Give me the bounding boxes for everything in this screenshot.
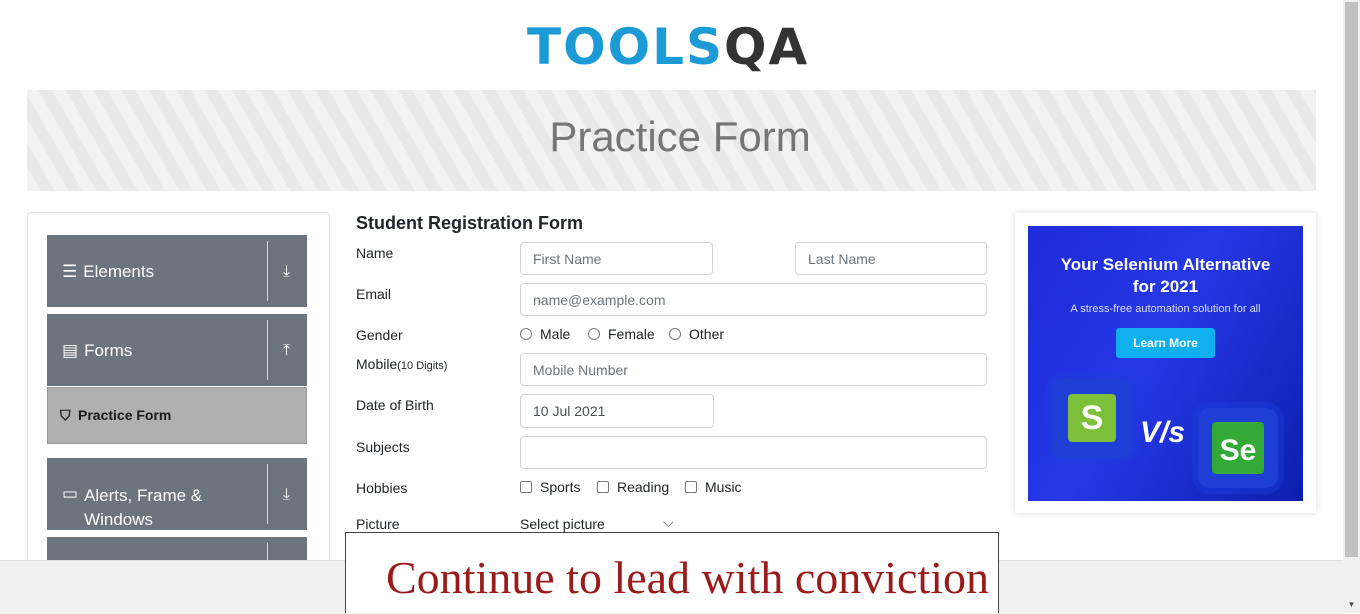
html5-icon: ⛉ [60,407,71,423]
ad-left-tile: S [1052,378,1132,458]
group-divider [267,320,268,380]
checkbox-label: Reading [617,479,670,495]
mobile-label: Mobile(10 Digits) [356,356,447,372]
sidebar-item-label: Practice Form [78,407,172,423]
select-picture-button[interactable]: Select picture [520,516,605,532]
list-icon: ☰ [62,262,78,281]
chevron-down-icon[interactable]: ⌵ [663,514,674,531]
toolsqa-logo[interactable]: TOOLS QA [527,12,821,82]
form-title: Student Registration Form [356,213,584,233]
radio-circle[interactable] [669,328,681,340]
hobby-checkbox-music[interactable]: Music [685,479,742,495]
gender-label: Gender [356,327,403,343]
footer-ad[interactable]: Continue to lead with conviction [345,532,999,613]
subjects-input[interactable] [520,436,987,469]
katalon-logo-icon: S [1068,394,1116,442]
download-arrow-icon[interactable]: ⤓ [283,486,290,504]
gender-radio-female[interactable]: Female [588,326,655,342]
sidebar-group-label: Forms [84,341,133,360]
scroll-down-arrow-icon[interactable]: ▼ [1343,597,1360,613]
radio-label: Male [540,326,571,342]
ad-heading-line2: for 2021 [1132,277,1199,296]
selenium-logo-icon: Se [1212,422,1264,474]
radio-label: Other [689,326,725,342]
sidebar-group-label: Alerts, Frame & Windows [84,484,202,532]
scrollbar-thumb[interactable] [1345,2,1358,557]
mobile-hint: (10 Digits) [397,360,448,372]
hobby-checkbox-reading[interactable]: Reading [597,479,669,495]
ad-subtitle: A stress-free automation solution for al… [1070,303,1261,315]
checkbox-square[interactable] [597,481,609,493]
ad-heading: Your Selenium Alternative for 2021 [1028,254,1303,298]
sidebar-group-forms[interactable]: ▤ Forms ⤒ [47,314,307,386]
footer-ad-text: Continue to lead with conviction [386,552,990,603]
last-name-input[interactable]: Last Name [795,242,987,275]
window-icon: ▭ [62,484,79,503]
ad-vs-text: V/s [1140,416,1186,449]
download-arrow-icon[interactable]: ⤓ [283,263,290,281]
learn-more-button[interactable]: Learn More [1116,328,1215,358]
logo-text-qa: QA [724,18,810,76]
hobby-checkbox-sports[interactable]: Sports [520,479,580,495]
date-of-birth-input[interactable]: 10 Jul 2021 [520,394,714,428]
ad-banner[interactable]: Your Selenium Alternative for 2021 A str… [1028,226,1303,501]
checkbox-square[interactable] [685,481,697,493]
name-label: Name [356,245,394,261]
sidebar-item-practice-form[interactable]: ⛉ Practice Form [47,387,307,444]
hobbies-label: Hobbies [356,480,408,496]
sidebar-group-alerts[interactable]: ▭ Alerts, Frame & Windows ⤓ [47,458,307,530]
sidebar-group-elements[interactable]: ☰ Elements ⤓ [47,235,307,307]
radio-circle[interactable] [588,328,600,340]
ad-right-tile: Se [1198,408,1278,488]
checkbox-label: Music [705,479,742,495]
upload-arrow-icon[interactable]: ⤒ [283,342,290,360]
label-line-1: Alerts, Frame & [84,486,203,505]
email-input[interactable]: name@example.com [520,283,987,316]
subjects-label: Subjects [356,439,410,455]
sidebar-group-alerts-label-wrap: ▭ Alerts, Frame & Windows [62,484,202,532]
logo-text-tools: TOOLS [527,18,724,76]
label-line-2: Windows [84,510,154,529]
group-divider [267,241,268,301]
group-divider [267,464,268,524]
ad-heading-line1: Your Selenium Alternative [1060,255,1271,274]
gender-radio-male[interactable]: Male [520,326,570,342]
checkbox-label: Sports [540,479,581,495]
page-title: Practice Form [549,113,811,160]
radio-circle[interactable] [520,328,532,340]
radio-label: Female [608,326,655,342]
picture-label: Picture [356,516,400,532]
document-icon: ▤ [62,341,79,360]
gender-radio-other[interactable]: Other [669,326,724,342]
mobile-label-text: Mobile [356,356,398,372]
sidebar-group-elements-label-wrap: ☰ Elements [62,262,154,282]
sidebar-group-label: Elements [83,262,155,281]
sidebar-group-forms-label-wrap: ▤ Forms [62,341,132,361]
first-name-input[interactable]: First Name [520,242,713,275]
mobile-input[interactable]: Mobile Number [520,353,987,386]
dob-label: Date of Birth [356,397,434,413]
email-label: Email [356,286,392,302]
checkbox-square[interactable] [520,481,532,493]
